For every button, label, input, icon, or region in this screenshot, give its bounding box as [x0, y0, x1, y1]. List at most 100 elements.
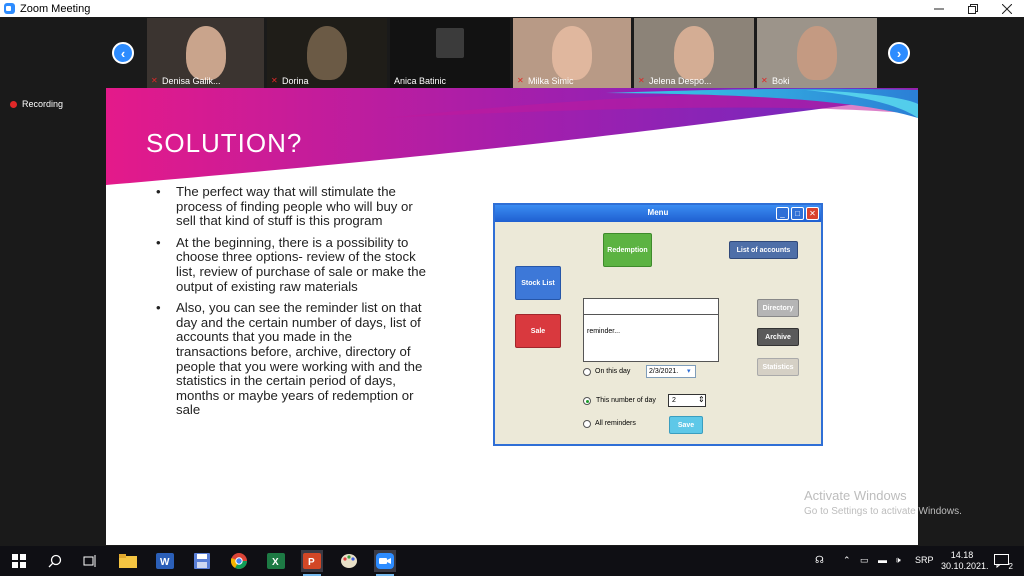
- bullet-item: • At the beginning, there is a possibilit…: [156, 234, 426, 294]
- participant-tile[interactable]: Anica Batinic: [390, 18, 510, 88]
- bullet-list: • The perfect way that will stimulate the…: [156, 184, 426, 425]
- bullet-item: • Also, you can see the reminder list on …: [156, 300, 423, 418]
- mockup-input-box: [583, 298, 719, 315]
- zoom-icon: [376, 553, 394, 569]
- mockup-title-bar: Menu _ □ ✕: [495, 205, 821, 222]
- paint-button[interactable]: [338, 550, 360, 572]
- recording-label: Recording: [22, 99, 64, 109]
- slide-title: SOLUTION?: [146, 128, 303, 158]
- zoom-app-icon: [4, 3, 15, 14]
- window-controls: [922, 0, 1024, 17]
- participant-name: ✕ Denisa Galik...: [151, 76, 221, 86]
- mockup-date-picker: 2/3/2021. ▾: [646, 365, 696, 378]
- mockup-redemption-button: Redemption: [603, 233, 652, 267]
- participant-video: [674, 26, 714, 80]
- muted-mic-icon: ✕: [151, 76, 158, 85]
- excel-icon: X: [267, 553, 285, 569]
- save-app-button[interactable]: [191, 550, 213, 572]
- floppy-disk-icon: [194, 553, 210, 569]
- close-button[interactable]: [990, 0, 1024, 17]
- volume-icon[interactable]: 🕩: [895, 555, 901, 566]
- mockup-list-of-accounts-button: List of accounts: [729, 241, 798, 259]
- mockup-maximize-icon: □: [791, 207, 804, 220]
- participant-name: Anica Batinic: [394, 76, 447, 86]
- next-participants-button[interactable]: ›: [888, 42, 910, 64]
- recording-dot-icon: [10, 100, 17, 108]
- mockup-reminder-text: reminder...: [587, 328, 621, 335]
- participant-video: [436, 28, 464, 58]
- language-indicator[interactable]: SRP: [915, 555, 934, 565]
- title-bar: Zoom Meeting: [0, 0, 1024, 17]
- taskbar: W X P ☊ ⌃ ▭ ▬ 🕩 SRP 14.18 30.10.2021. 2: [0, 546, 1024, 576]
- menu-mockup: Menu _ □ ✕ Redemption List of accounts S…: [493, 203, 823, 446]
- mockup-save-button: Save: [669, 416, 703, 434]
- start-button[interactable]: [8, 550, 30, 572]
- folder-icon: [119, 554, 137, 568]
- participant-tile[interactable]: ✕ Milka Simic: [513, 18, 631, 88]
- participant-name: ✕ Dorina: [271, 76, 309, 86]
- participant-video: [307, 26, 347, 80]
- muted-mic-icon: ✕: [271, 76, 278, 85]
- people-icon[interactable]: ☊: [815, 555, 824, 566]
- palette-icon: [341, 554, 357, 568]
- zoom-button[interactable]: [374, 550, 396, 576]
- shared-slide: SOLUTION? • The perfect way that will sti…: [106, 88, 918, 545]
- clock[interactable]: 14.18 30.10.2021.: [941, 550, 989, 572]
- chevron-right-icon: ›: [896, 45, 902, 61]
- close-icon: [1002, 3, 1012, 14]
- mockup-this-number-of-day-label: This number of day: [596, 397, 656, 404]
- network-icon[interactable]: ▭: [860, 555, 869, 566]
- participant-video: [552, 26, 592, 80]
- chrome-button[interactable]: [228, 550, 250, 572]
- word-button[interactable]: W: [154, 550, 176, 572]
- participant-tile[interactable]: ✕ Boki: [757, 18, 877, 88]
- previous-participants-button[interactable]: ‹: [112, 42, 134, 64]
- minimize-button[interactable]: [922, 0, 956, 17]
- powerpoint-button[interactable]: P: [301, 550, 323, 576]
- mockup-title: Menu: [647, 208, 669, 217]
- mockup-directory-button: Directory: [757, 299, 799, 317]
- mockup-on-this-day-label: On this day: [595, 368, 631, 375]
- windows-icon: [12, 554, 26, 568]
- participant-name: ✕ Jelena Despo...: [638, 76, 712, 86]
- notification-count: 2: [1008, 562, 1013, 571]
- participant-tile[interactable]: ✕ Jelena Despo...: [634, 18, 754, 88]
- notifications-button[interactable]: 2: [991, 550, 1013, 572]
- chevron-left-icon: ‹: [120, 45, 126, 61]
- powerpoint-icon: P: [303, 553, 321, 569]
- bullet-item: • The perfect way that will stimulate the…: [156, 184, 413, 229]
- mockup-radio-all-reminders: [583, 420, 591, 428]
- chrome-icon: [231, 553, 247, 569]
- mockup-radio-on-this-day: [583, 368, 591, 376]
- show-hidden-icons-chevron-icon[interactable]: ⌃: [843, 555, 851, 566]
- mockup-reminder-box: reminder...: [583, 314, 719, 362]
- battery-icon[interactable]: ▬: [878, 555, 887, 565]
- mockup-number-stepper: 2 ⇕: [668, 394, 706, 407]
- clock-time: 14.18: [950, 550, 974, 560]
- mockup-stock-list-button: Stock List: [515, 266, 561, 300]
- activate-windows-watermark: Activate Windows Go to Settings to activ…: [804, 488, 962, 517]
- participant-video: [185, 26, 226, 80]
- restore-button[interactable]: [956, 0, 990, 17]
- mockup-all-reminders-label: All reminders: [595, 420, 636, 427]
- mockup-statistics-button: Statistics: [757, 358, 799, 376]
- mockup-minimize-icon: _: [776, 207, 789, 220]
- excel-button[interactable]: X: [265, 550, 287, 572]
- word-icon: W: [156, 553, 174, 569]
- mockup-sale-button: Sale: [515, 314, 561, 348]
- svg-text:P: P: [308, 557, 315, 568]
- mockup-close-icon: ✕: [806, 207, 819, 220]
- mockup-dropdown-icon: ▾: [687, 368, 691, 375]
- participant-tile[interactable]: ✕ Dorina: [267, 18, 387, 88]
- search-button[interactable]: [44, 550, 66, 572]
- participant-tile[interactable]: ✕ Denisa Galik...: [147, 18, 264, 88]
- muted-mic-icon: ✕: [761, 76, 768, 85]
- recording-indicator[interactable]: Recording: [10, 99, 63, 109]
- task-view-button[interactable]: [79, 550, 101, 572]
- file-explorer-button[interactable]: [117, 550, 139, 572]
- svg-text:X: X: [272, 557, 279, 568]
- window-title: Zoom Meeting: [20, 2, 91, 15]
- search-icon: [48, 554, 62, 568]
- mockup-stepper-arrows-icon: ⇕: [698, 395, 705, 404]
- mockup-radio-this-number-of-day: [583, 397, 591, 405]
